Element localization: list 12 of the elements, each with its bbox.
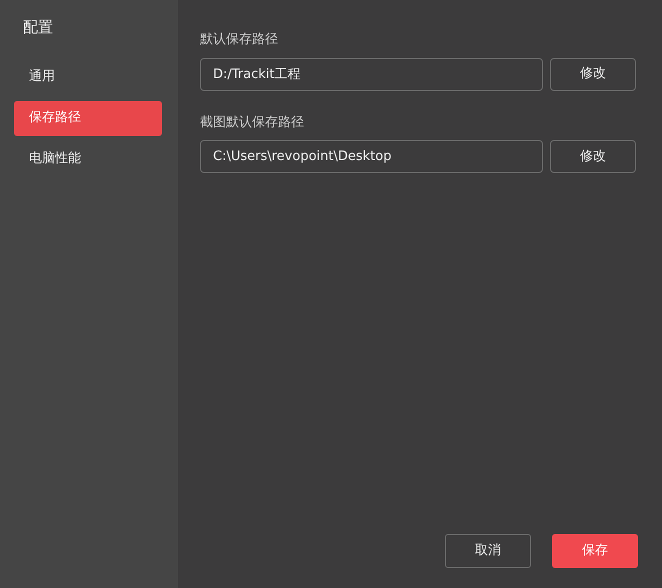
save-button[interactable]: 保存 (552, 534, 638, 568)
field-label: 截图默认保存路径 (200, 114, 305, 132)
modify-button[interactable]: 修改 (550, 140, 636, 173)
sidebar-title: 配置 (22, 17, 54, 38)
path-field[interactable]: D:/Trackit工程 (200, 58, 543, 90)
path-field[interactable]: C:\Users\revopoint\Desktop (200, 140, 543, 173)
sidebar-item[interactable]: 电脑性能 (14, 142, 162, 176)
cancel-button[interactable]: 取消 (445, 534, 531, 568)
field-label: 默认保存路径 (200, 31, 279, 49)
sidebar-item[interactable]: 通用 (14, 60, 162, 94)
modify-button[interactable]: 修改 (550, 58, 636, 90)
sidebar-item[interactable]: 保存路径 (14, 100, 162, 136)
